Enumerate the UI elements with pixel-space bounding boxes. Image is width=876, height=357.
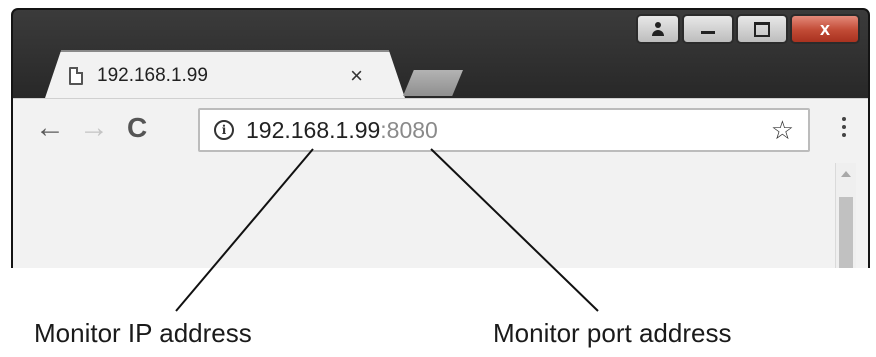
maximize-button[interactable] xyxy=(736,14,788,44)
minimize-icon xyxy=(701,30,715,34)
menu-dot xyxy=(842,125,846,129)
scroll-up-arrow-icon[interactable] xyxy=(841,171,851,177)
back-arrow-icon[interactable]: ← xyxy=(35,113,65,143)
menu-dot xyxy=(842,133,846,137)
monitor-port-address-label: Monitor port address xyxy=(493,318,732,348)
forward-arrow-icon[interactable]: → xyxy=(79,113,109,143)
url-port[interactable]: :8080 xyxy=(380,117,438,144)
tab-title[interactable]: 192.168.1.99 xyxy=(97,65,336,87)
menu-dot xyxy=(842,117,846,121)
menu-dots-icon[interactable] xyxy=(842,117,846,137)
site-info-icon[interactable]: i xyxy=(214,120,234,140)
new-tab-button[interactable] xyxy=(403,70,463,96)
bookmark-star-icon[interactable]: ☆ xyxy=(771,115,794,146)
vertical-scrollbar[interactable] xyxy=(835,163,856,268)
browser-window: x 192.168.1.99 × ← → C i 192.168.1.99:80… xyxy=(11,8,870,268)
user-icon xyxy=(651,22,665,36)
page-icon xyxy=(69,67,83,85)
user-profile-button[interactable] xyxy=(636,14,680,44)
reload-icon[interactable]: C xyxy=(127,113,147,143)
tab-content: 192.168.1.99 × xyxy=(69,56,369,96)
minimize-button[interactable] xyxy=(682,14,734,44)
page-content-area xyxy=(13,163,868,268)
close-icon: x xyxy=(819,18,830,39)
tab-close-icon[interactable]: × xyxy=(350,63,363,89)
window-caption-buttons: x xyxy=(636,14,860,44)
address-bar[interactable]: i 192.168.1.99:8080 ☆ xyxy=(198,108,810,152)
toolbar: ← → C i 192.168.1.99:8080 ☆ xyxy=(13,98,868,164)
maximize-icon xyxy=(754,21,770,37)
monitor-ip-address-label: Monitor IP address xyxy=(34,318,252,348)
url-host[interactable]: 192.168.1.99 xyxy=(246,117,380,144)
close-window-button[interactable]: x xyxy=(790,14,860,44)
scroll-thumb[interactable] xyxy=(839,197,853,268)
